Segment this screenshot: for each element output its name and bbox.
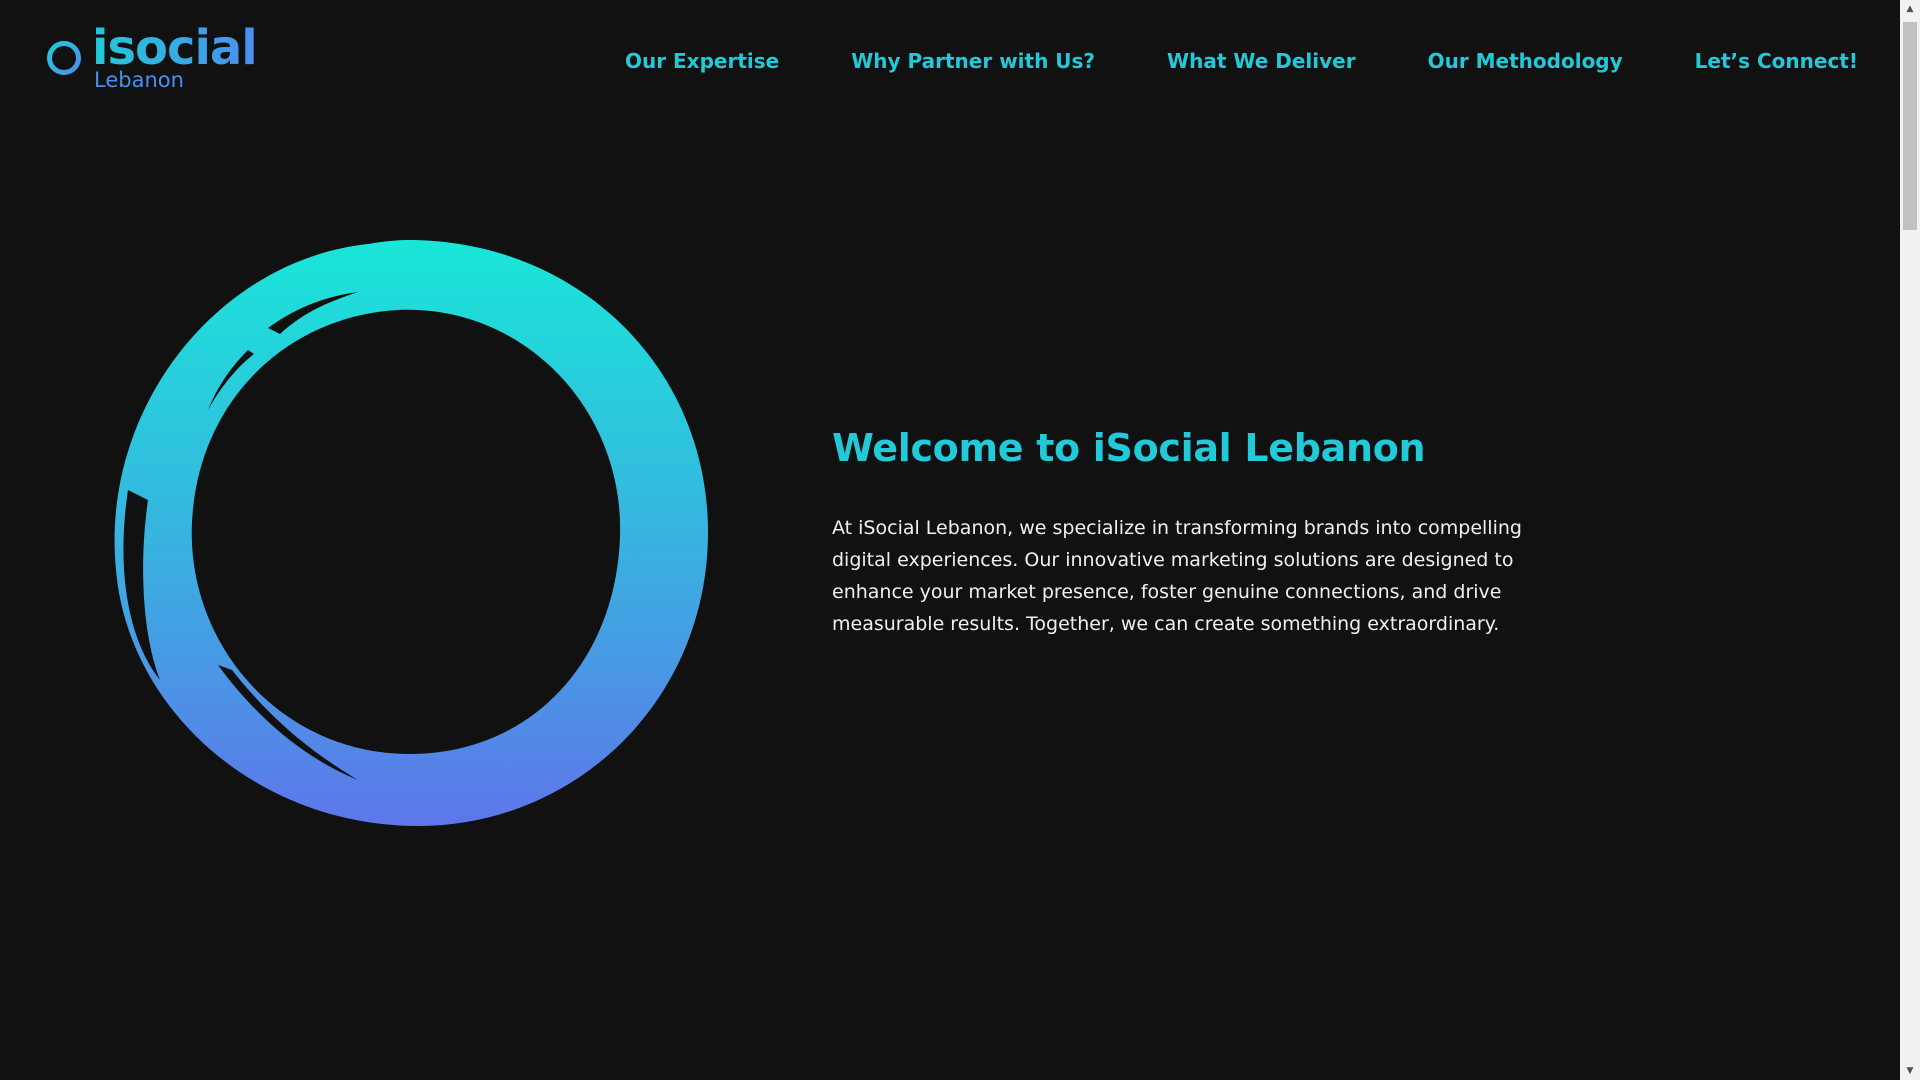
scroll-down-arrow-icon[interactable]: ▼ xyxy=(1900,1062,1920,1080)
nav-link-lets-connect[interactable]: Let’s Connect! xyxy=(1695,46,1858,76)
nav-link-our-methodology[interactable]: Our Methodology xyxy=(1428,46,1623,76)
logo-subtitle: Lebanon xyxy=(94,68,184,92)
vertical-scrollbar[interactable]: ▲ ▼ xyxy=(1900,0,1920,1080)
nav-link-why-partner[interactable]: Why Partner with Us? xyxy=(851,46,1095,76)
brush-circle-graphic xyxy=(114,240,708,826)
scroll-thumb[interactable] xyxy=(1903,22,1917,230)
nav-link-our-expertise[interactable]: Our Expertise xyxy=(625,46,779,76)
main-nav: Our Expertise Why Partner with Us? What … xyxy=(625,46,1858,76)
site-logo[interactable]: isocial Lebanon xyxy=(46,20,276,94)
scroll-up-arrow-icon[interactable]: ▲ xyxy=(1900,0,1920,18)
nav-link-what-we-deliver[interactable]: What We Deliver xyxy=(1167,46,1356,76)
hero-title: Welcome to iSocial Lebanon xyxy=(832,426,1426,470)
page: isocial Lebanon Our Expertise Why Partne… xyxy=(0,0,1900,1080)
hero-section: Welcome to iSocial Lebanon At iSocial Le… xyxy=(832,420,1572,640)
hero-description: At iSocial Lebanon, we specialize in tra… xyxy=(832,517,1522,635)
logo-ring-icon xyxy=(47,41,81,75)
